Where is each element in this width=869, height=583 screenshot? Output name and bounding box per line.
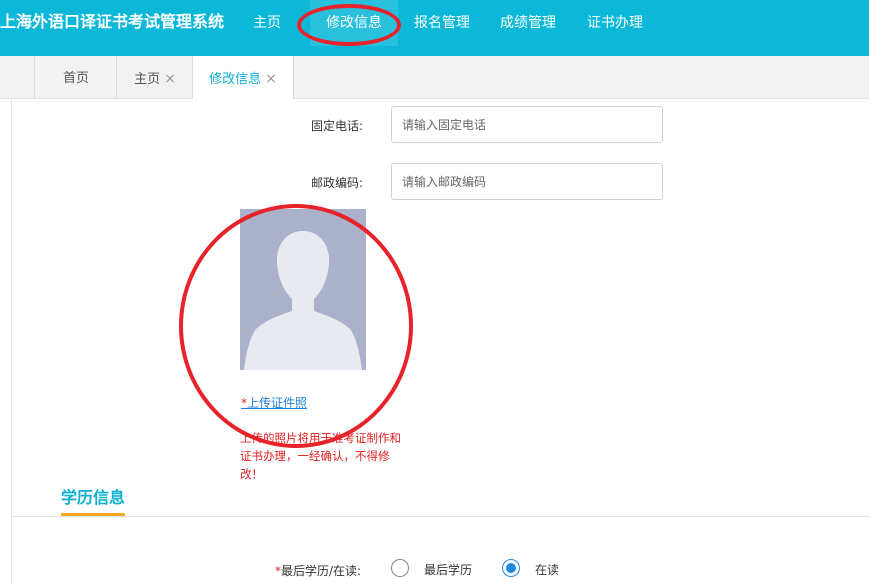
phone-input[interactable] bbox=[391, 106, 663, 143]
app-title: 上海外语口译证书考试管理系统 bbox=[0, 12, 225, 31]
phone-label: 固定电话: bbox=[311, 119, 364, 133]
tab-label: 首页 bbox=[62, 71, 89, 86]
radio-highest-degree[interactable] bbox=[391, 559, 409, 577]
postcode-input[interactable] bbox=[391, 163, 663, 200]
nav-item-home[interactable]: 主页 bbox=[226, 0, 308, 46]
close-icon[interactable]: × bbox=[164, 71, 176, 87]
nav-item-certificate[interactable]: 证书办理 bbox=[572, 0, 658, 46]
radio-studying-label[interactable]: 在读 bbox=[535, 561, 559, 578]
annotation-circle-photo bbox=[179, 204, 413, 448]
section-title-education: 学历信息 bbox=[61, 488, 126, 507]
education-status-label: *最后学历/在读: bbox=[275, 562, 361, 579]
tab-edit-info[interactable]: 修改信息 × bbox=[192, 56, 294, 99]
radio-highest-degree-label[interactable]: 最后学历 bbox=[424, 561, 472, 578]
nav-item-scores[interactable]: 成绩管理 bbox=[486, 0, 570, 46]
section-divider bbox=[11, 516, 869, 517]
education-status-text: 最后学历/在读: bbox=[281, 564, 362, 578]
annotation-circle-nav bbox=[297, 4, 401, 46]
tab-label: 修改信息 bbox=[209, 72, 262, 87]
nav-item-registration[interactable]: 报名管理 bbox=[400, 0, 484, 46]
section-title-underline bbox=[61, 513, 125, 516]
postcode-label: 邮政编码: bbox=[311, 176, 364, 190]
tab-main[interactable]: 主页 × bbox=[116, 56, 193, 98]
radio-studying[interactable] bbox=[502, 559, 520, 577]
close-icon[interactable]: × bbox=[265, 71, 277, 87]
content-border bbox=[11, 98, 12, 583]
tab-home[interactable]: 首页 bbox=[34, 56, 117, 98]
tab-label: 主页 bbox=[134, 72, 161, 87]
